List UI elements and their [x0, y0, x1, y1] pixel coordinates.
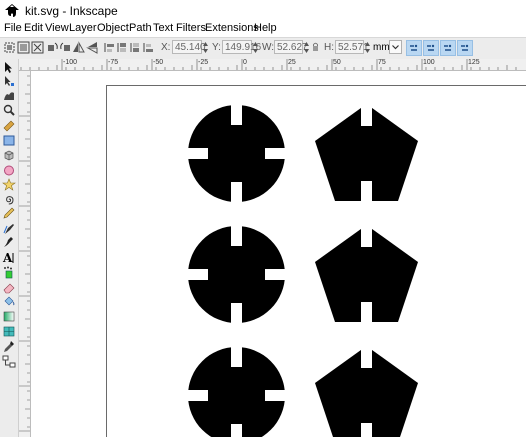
pentagon-cutout-shape[interactable] — [314, 225, 419, 322]
inkscape-logo-icon — [5, 4, 19, 17]
scale-stroke-button[interactable] — [406, 40, 422, 56]
menu-view[interactable]: View — [45, 22, 69, 34]
pentagon-cutout-shape[interactable] — [314, 104, 419, 201]
rotate-cw-icon[interactable] — [59, 41, 72, 54]
menu-bar: File Edit View Layer Object Path Text Fi… — [0, 22, 526, 37]
raise-to-top-icon[interactable] — [103, 41, 116, 54]
transform-patterns-icon — [461, 44, 469, 51]
transform-gradients-button[interactable] — [440, 40, 456, 56]
menu-file[interactable]: File — [4, 22, 22, 34]
mesh-tool-icon[interactable] — [2, 325, 16, 338]
ruler-label: 0 — [243, 59, 247, 66]
h-spinner-icon[interactable] — [364, 40, 371, 55]
connector-tool-icon[interactable] — [2, 355, 16, 368]
ruler-ticks-top — [20, 59, 517, 70]
menu-object[interactable]: Object — [97, 22, 129, 34]
lower-icon[interactable] — [129, 41, 142, 54]
ruler-label: 100 — [423, 59, 435, 66]
ruler-label: -100 — [63, 59, 78, 66]
vertical-ruler — [19, 71, 31, 437]
unit-select[interactable]: mm — [373, 42, 390, 53]
chevron-down-icon — [392, 45, 399, 50]
pencil-tool-icon[interactable] — [2, 207, 16, 220]
flip-vertical-icon[interactable] — [86, 41, 99, 54]
ruler-label: -25 — [198, 59, 209, 66]
transform-patterns-button[interactable] — [457, 40, 473, 56]
ruler-label: -75 — [108, 59, 119, 66]
title-bar: kit.svg - Inkscape — [0, 0, 526, 22]
lock-icon[interactable] — [312, 42, 319, 52]
pentagon-cutout-shape[interactable] — [314, 346, 419, 437]
toolbox: A — [0, 59, 19, 437]
y-spinner-icon[interactable] — [252, 40, 259, 55]
calligraphy-tool-icon[interactable] — [2, 236, 16, 249]
zoom-tool-icon[interactable] — [2, 104, 16, 117]
node-tool-icon[interactable] — [2, 75, 16, 88]
paint-bucket-tool-icon[interactable] — [2, 295, 16, 308]
scale-corners-icon — [427, 44, 435, 51]
ruler-label: 50 — [333, 59, 341, 66]
x-field[interactable]: 45.140 — [172, 40, 206, 54]
tweak-tool-icon[interactable] — [2, 89, 16, 102]
ellipse-tool-icon[interactable] — [2, 164, 16, 177]
scale-stroke-icon — [410, 44, 418, 51]
menu-text[interactable]: Text — [153, 22, 173, 34]
spray-tool-icon[interactable] — [2, 266, 16, 279]
menu-extensions[interactable]: Extensions — [205, 22, 259, 34]
ruler-label: 125 — [468, 59, 480, 66]
star-tool-icon[interactable] — [2, 178, 16, 191]
deselect-icon[interactable] — [31, 41, 44, 54]
lower-to-bottom-icon[interactable] — [142, 41, 155, 54]
pen-tool-icon[interactable] — [2, 222, 16, 235]
menu-path[interactable]: Path — [129, 22, 152, 34]
menu-filters[interactable]: Filters — [176, 22, 206, 34]
w-field[interactable]: 52.627 — [274, 40, 308, 54]
unit-dropdown[interactable] — [389, 40, 402, 54]
circle-cutout-shape[interactable] — [187, 346, 286, 437]
drawing-canvas[interactable] — [31, 71, 526, 437]
circle-cutout-shape[interactable] — [187, 104, 286, 203]
h-label: H: — [324, 42, 334, 53]
measure-tool-icon[interactable] — [2, 119, 16, 132]
menu-layer[interactable]: Layer — [69, 22, 97, 34]
spiral-tool-icon[interactable] — [2, 193, 16, 206]
selector-tool-icon[interactable] — [2, 61, 16, 74]
svg-text:A: A — [2, 251, 13, 264]
menu-edit[interactable]: Edit — [24, 22, 43, 34]
tool-controls-bar: X: 45.140 Y: 149.916 W: 52.627 H: 52.571… — [0, 37, 526, 60]
circle-cutout-shape[interactable] — [187, 225, 286, 324]
horizontal-ruler: -100 -75 -50 -25 0 25 50 75 100 125 — [19, 59, 526, 71]
gradient-tool-icon[interactable] — [2, 310, 16, 323]
eraser-tool-icon[interactable] — [2, 281, 16, 294]
scale-corners-button[interactable] — [423, 40, 439, 56]
menu-help[interactable]: Help — [254, 22, 277, 34]
x-label: X: — [161, 42, 171, 53]
window-title: kit.svg - Inkscape — [25, 4, 118, 18]
w-spinner-icon[interactable] — [303, 40, 310, 55]
ruler-label: 75 — [378, 59, 386, 66]
y-field[interactable]: 149.916 — [222, 40, 261, 54]
y-label: Y: — [212, 42, 221, 53]
x-spinner-icon[interactable] — [202, 40, 209, 55]
raise-icon[interactable] — [116, 41, 129, 54]
flip-horizontal-icon[interactable] — [72, 41, 85, 54]
w-label: W: — [262, 42, 275, 53]
ruler-ticks-left — [19, 75, 30, 432]
h-field[interactable]: 52.571 — [335, 40, 369, 54]
dropper-tool-icon[interactable] — [2, 340, 16, 353]
select-all-icon[interactable] — [3, 41, 16, 54]
ruler-label: 25 — [288, 59, 296, 66]
rectangle-tool-icon[interactable] — [2, 134, 16, 147]
rotate-ccw-icon[interactable] — [46, 41, 59, 54]
select-all-layers-icon[interactable] — [17, 41, 30, 54]
3d-box-tool-icon[interactable] — [2, 149, 16, 162]
transform-gradients-icon — [444, 44, 452, 51]
ruler-label: -50 — [153, 59, 164, 66]
text-tool-icon[interactable]: A — [2, 251, 16, 264]
